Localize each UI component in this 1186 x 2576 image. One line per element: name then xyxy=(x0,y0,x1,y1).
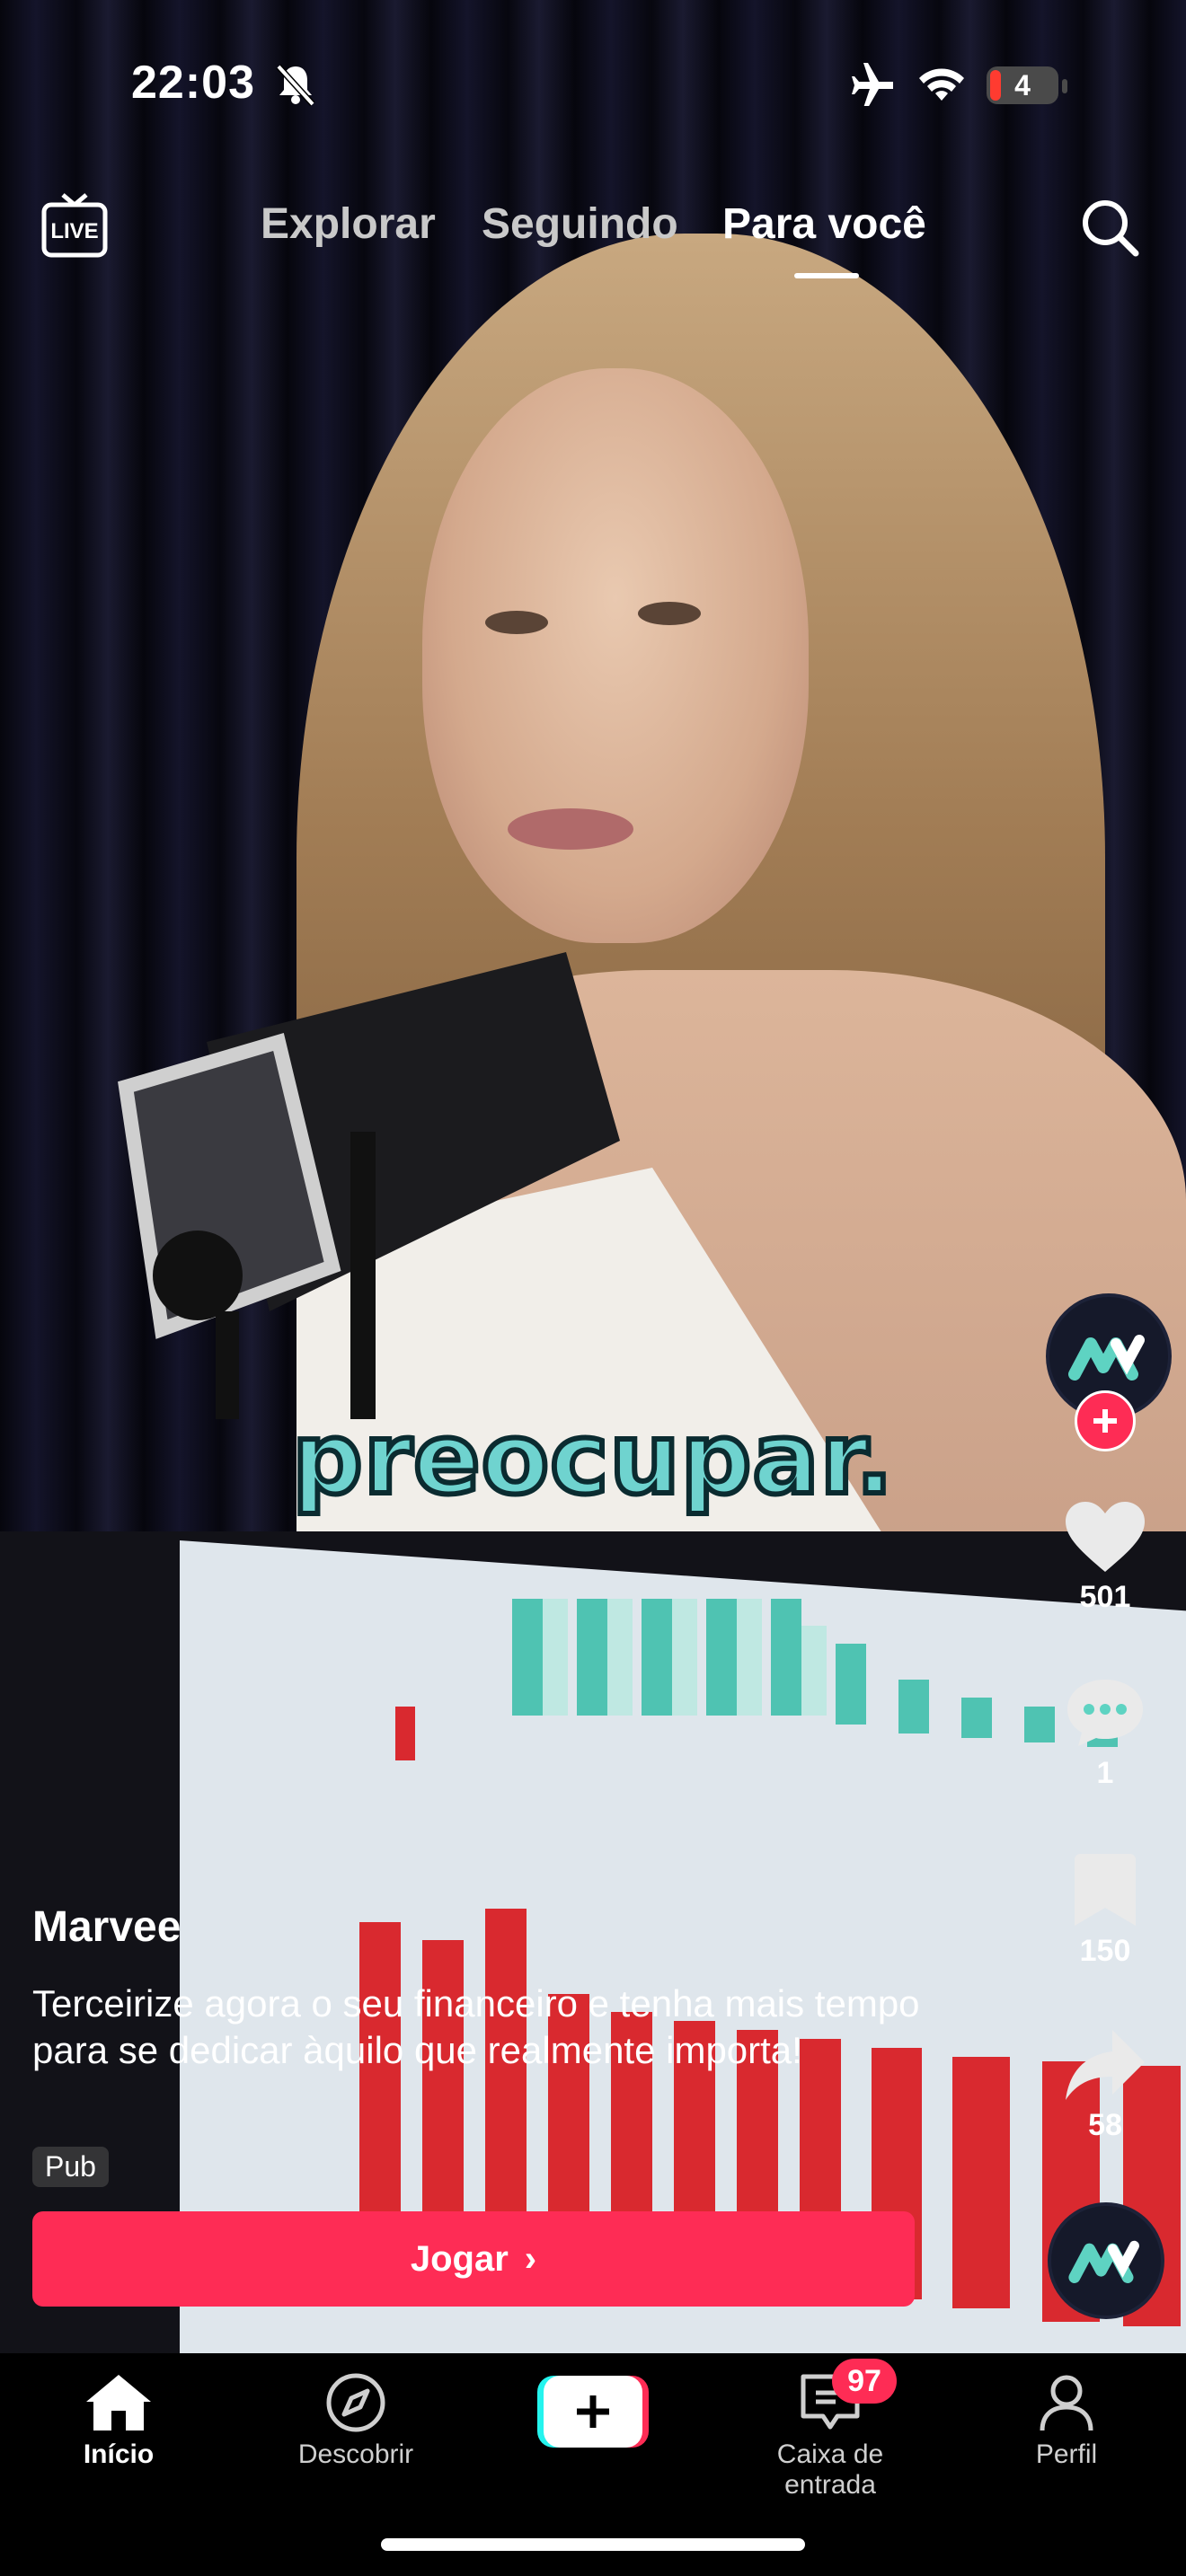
wifi-icon xyxy=(919,68,964,101)
home-icon xyxy=(86,2375,151,2430)
heart-icon xyxy=(1066,1502,1145,1572)
status-time: 22:03 xyxy=(131,57,255,109)
cta-label: Jogar xyxy=(410,2238,509,2279)
live-button[interactable]: LIVE xyxy=(41,192,108,259)
presenter-eye-right xyxy=(638,602,701,625)
nav-inicio[interactable]: Início xyxy=(29,2371,208,2470)
tab-para-voce[interactable]: Para você xyxy=(722,199,926,249)
tab-explorar[interactable]: Explorar xyxy=(261,199,436,249)
plus-icon xyxy=(1093,1409,1117,1433)
sound-disc-button[interactable] xyxy=(1048,2202,1164,2319)
profile-icon xyxy=(1040,2375,1093,2431)
like-button[interactable]: 501 xyxy=(1042,1500,1168,1615)
battery-percent: 4 xyxy=(1014,69,1031,101)
nav-descobrir[interactable]: Descobrir xyxy=(266,2371,446,2470)
share-button[interactable]: 58 xyxy=(1042,2026,1168,2143)
comment-icon xyxy=(1067,1680,1143,1746)
battery-tip xyxy=(1062,79,1067,93)
battery-icon: 4 xyxy=(987,66,1058,104)
status-bar: 22:03 4 xyxy=(0,0,1186,171)
silent-mode-icon xyxy=(276,64,315,106)
video-caption: preocupar. xyxy=(289,1398,896,1519)
live-label: LIVE xyxy=(50,219,99,243)
tab-seguindo[interactable]: Seguindo xyxy=(482,199,678,249)
top-nav: LIVE Explorar Seguindo Para você xyxy=(0,180,1186,278)
follow-button[interactable] xyxy=(1075,1390,1136,1451)
post-author[interactable]: Marvee xyxy=(32,1902,181,1952)
nav-perfil[interactable]: Perfil xyxy=(977,2371,1156,2470)
nav-caixa-label: Caixa de entrada xyxy=(776,2439,884,2500)
presenter-eye-left xyxy=(485,611,548,634)
tiktok-feed-screen: preocupar. 22:03 4 LIVE Explorar Seguind… xyxy=(0,0,1186,2576)
inbox-badge: 97 xyxy=(832,2359,897,2404)
microphone-image xyxy=(118,952,620,1419)
presenter-mouth xyxy=(508,808,633,850)
sponsored-tag: Pub xyxy=(32,2147,109,2187)
like-count: 501 xyxy=(1079,1580,1131,1614)
post-description: Terceirize agora o seu financeiro e tenh… xyxy=(32,1982,920,2071)
share-arrow-icon xyxy=(1066,2030,1145,2100)
presenter-face xyxy=(422,368,809,943)
chevron-right-icon: › xyxy=(524,2238,537,2279)
search-icon[interactable] xyxy=(1078,196,1141,259)
save-count: 150 xyxy=(1079,1934,1131,1968)
create-button[interactable] xyxy=(537,2376,649,2448)
compass-icon xyxy=(326,2373,385,2432)
comment-button[interactable]: 1 xyxy=(1042,1676,1168,1791)
airplane-mode-icon xyxy=(852,63,893,106)
bookmark-icon xyxy=(1075,1854,1136,1926)
share-count: 58 xyxy=(1088,2108,1122,2142)
active-tab-indicator xyxy=(794,273,859,278)
cta-button[interactable]: Jogar › xyxy=(32,2211,915,2307)
save-button[interactable]: 150 xyxy=(1042,1852,1168,1969)
nav-perfil-label: Perfil xyxy=(1035,2439,1098,2469)
nav-descobrir-label: Descobrir xyxy=(297,2439,414,2469)
home-indicator[interactable] xyxy=(381,2538,805,2551)
music-disc-icon xyxy=(1068,2240,1139,2283)
nav-inicio-label: Início xyxy=(83,2439,155,2469)
comment-count: 1 xyxy=(1096,1756,1114,1790)
